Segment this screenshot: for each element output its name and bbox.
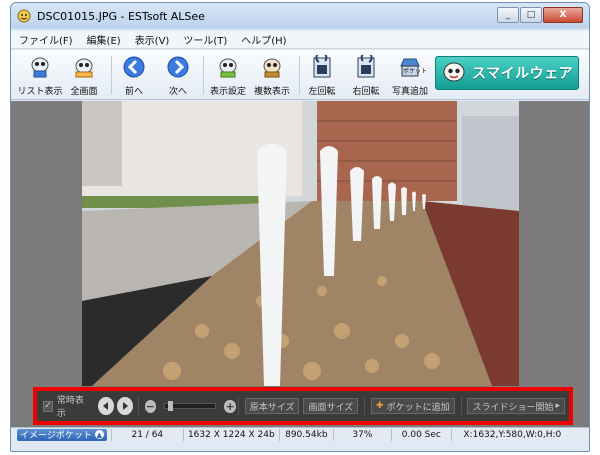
play-icon: ▸ — [555, 401, 561, 411]
alsee-app-icon — [17, 9, 31, 23]
multi-view-label: 複数表示 — [253, 87, 290, 97]
slideshow-start-label: スライドショー開始 — [472, 402, 554, 413]
add-icon: ✚ — [376, 401, 384, 411]
status-filesize: 890.54kb — [278, 428, 333, 441]
menu-tools[interactable]: ツール(T) — [183, 32, 227, 47]
status-dimensions: 1632 X 1224 X 24b — [182, 428, 279, 441]
rotate-left-button[interactable]: 左回転 — [299, 54, 345, 97]
slideshow-start-button[interactable]: スライドショー開始 ▸ — [467, 398, 566, 414]
status-bar: イメージポケット ▲ 21 / 64 1632 X 1224 X 24b 890… — [11, 427, 589, 441]
menu-view[interactable]: 表示(V) — [135, 32, 170, 47]
next-label: 次へ — [168, 87, 187, 97]
toolbar: リスト表示 全画面 前へ 次へ 表示設定 複数表示 左回転 右回転 ポケット 写… — [11, 50, 589, 100]
fullscreen-icon — [71, 54, 97, 80]
add-to-pocket-label: ポケットに追加 — [386, 402, 450, 413]
menu-edit[interactable]: 編集(E) — [87, 32, 121, 47]
fullscreen-button[interactable]: 全画面 — [61, 54, 107, 97]
rotate-left-label: 左回転 — [308, 87, 336, 97]
list-view-label: リスト表示 — [17, 87, 63, 97]
fullscreen-label: 全画面 — [70, 87, 98, 97]
close-button[interactable]: X — [543, 7, 583, 23]
display-settings-label: 表示設定 — [209, 87, 246, 97]
brand-text: スマイルウェア — [472, 66, 574, 82]
overlay-next-button[interactable] — [116, 397, 133, 415]
menu-help[interactable]: ヘルプ(H) — [241, 32, 286, 47]
prev-button[interactable]: 前へ — [111, 54, 157, 97]
arrow-right-icon — [165, 54, 191, 80]
zoom-in-button[interactable]: + — [224, 399, 236, 413]
arrow-left-icon — [103, 402, 109, 410]
prev-label: 前へ — [124, 87, 143, 97]
status-zoom: 37% — [332, 428, 391, 441]
image-pocket-button[interactable]: イメージポケット ▲ — [17, 428, 107, 441]
overlay-control-bar: ✓ 常時表示 − + 原本サイズ 画面サイズ ✚ ポケットに追加 スライドショー… — [37, 391, 569, 421]
add-to-pocket-button[interactable]: ✚ ポケットに追加 — [371, 398, 455, 414]
pocket-badge: ポケット — [403, 68, 428, 75]
overlay-prev-button[interactable] — [98, 397, 114, 415]
rotate-left-icon — [309, 54, 335, 80]
status-index: 21 / 64 — [110, 428, 183, 441]
multi-view-icon — [259, 54, 285, 80]
always-show-checkbox[interactable]: ✓ — [43, 400, 53, 412]
add-photo-label: 写真追加 — [391, 87, 428, 97]
display-settings-button[interactable]: 表示設定 — [205, 54, 251, 97]
add-photo-button[interactable]: ポケット 写真追加 — [387, 54, 433, 97]
status-time: 0.00 Sec — [390, 428, 451, 441]
window-title: DSC01015.JPG - ESTsoft ALSee — [37, 9, 205, 23]
mascot-logo-icon — [442, 60, 466, 87]
minimize-button[interactable]: _ — [497, 7, 519, 23]
original-size-button[interactable]: 原本サイズ — [244, 398, 300, 414]
status-coords: X:1632,Y:580,W:0,H:0 — [450, 428, 573, 441]
arrow-right-icon — [122, 402, 128, 410]
zoom-slider-thumb[interactable] — [167, 401, 173, 411]
menu-bar: ファイル(F) 編集(E) 表示(V) ツール(T) ヘルプ(H) — [11, 31, 589, 49]
screen-size-button[interactable]: 画面サイズ — [303, 398, 359, 414]
arrow-left-icon — [121, 54, 147, 80]
list-view-button[interactable]: リスト表示 — [17, 54, 63, 97]
always-show-label: 常時表示 — [56, 396, 84, 419]
photo-pocket-icon: ポケット — [397, 54, 427, 80]
rotate-right-button[interactable]: 右回転 — [343, 54, 389, 97]
menu-file[interactable]: ファイル(F) — [19, 32, 73, 47]
chevron-up-icon: ▲ — [94, 430, 104, 439]
list-view-icon — [27, 54, 53, 80]
display-settings-icon — [215, 54, 241, 80]
zoom-slider[interactable] — [163, 401, 217, 411]
image-pocket-label: イメージポケット — [20, 431, 92, 441]
next-button[interactable]: 次へ — [155, 54, 201, 97]
maximize-button[interactable]: □ — [520, 7, 542, 23]
image-viewer[interactable]: ✓ 常時表示 − + 原本サイズ 画面サイズ ✚ ポケットに追加 スライドショー… — [11, 101, 589, 427]
title-bar: DSC01015.JPG - ESTsoft ALSee _ □ X — [11, 3, 589, 29]
zoom-out-button[interactable]: − — [144, 399, 156, 413]
multi-view-button[interactable]: 複数表示 — [249, 54, 295, 97]
app-window: DSC01015.JPG - ESTsoft ALSee _ □ X ファイル(… — [10, 2, 590, 452]
smileware-brand-banner[interactable]: スマイルウェア — [435, 56, 579, 90]
rotate-right-label: 右回転 — [352, 87, 380, 97]
rotate-right-icon — [353, 54, 379, 80]
photo-fountain — [82, 101, 519, 386]
